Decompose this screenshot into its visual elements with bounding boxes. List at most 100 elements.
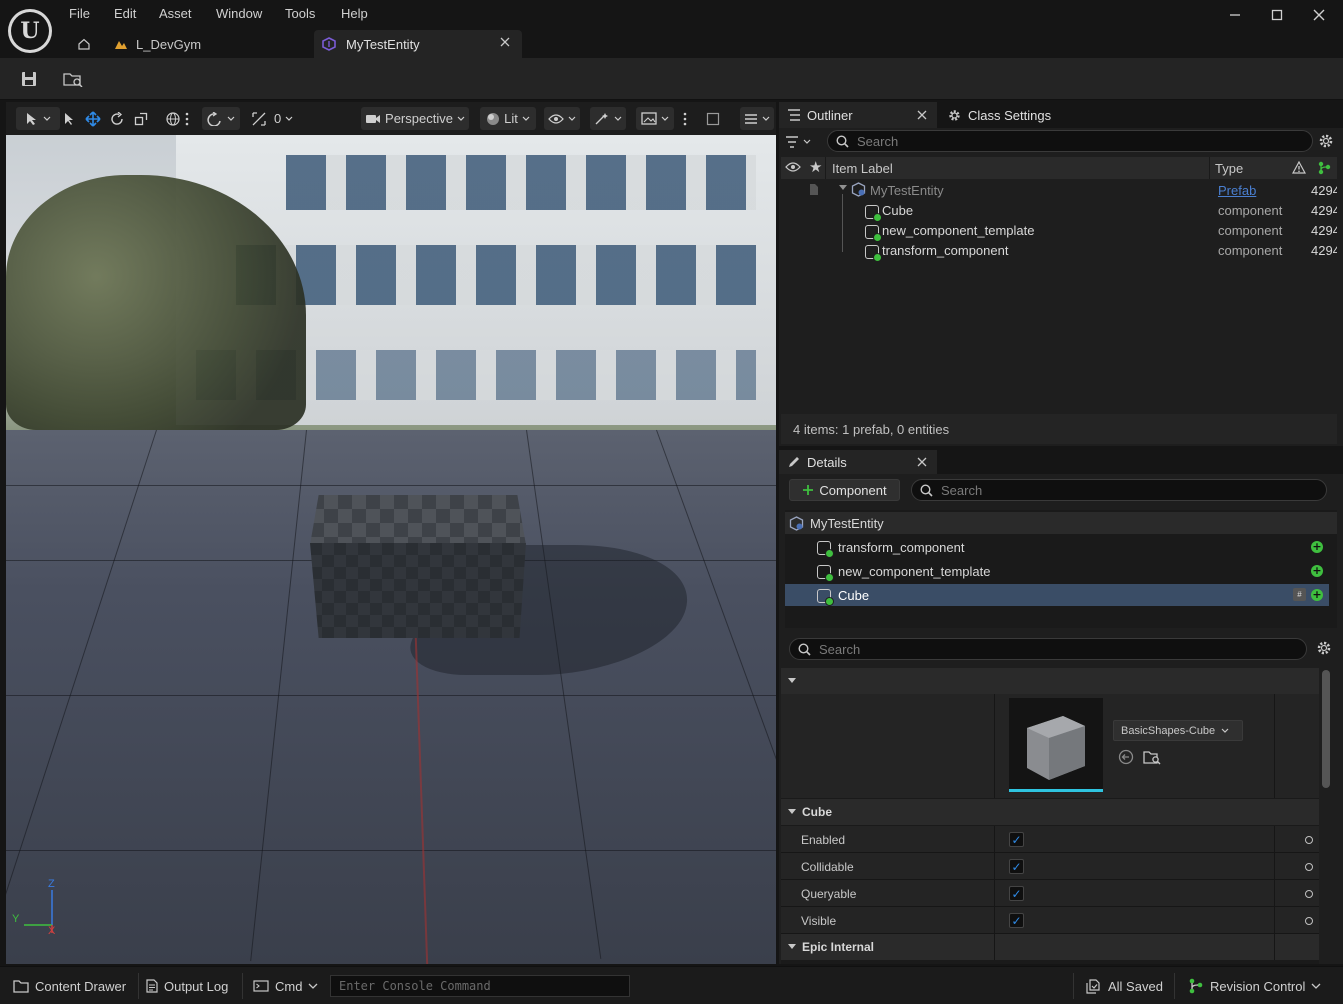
outliner-settings-button[interactable] — [1318, 133, 1334, 149]
chevron-down-icon — [227, 116, 235, 122]
add-component-button[interactable]: Component — [789, 479, 900, 501]
save-button[interactable] — [15, 66, 43, 92]
content-drawer-button[interactable]: Content Drawer — [8, 973, 134, 999]
performance-dropdown[interactable] — [590, 107, 626, 130]
enabled-checkbox[interactable]: ✓ — [1009, 832, 1024, 847]
minimize-button[interactable] — [1220, 4, 1250, 26]
home-tab[interactable] — [70, 30, 98, 58]
tab-details[interactable]: Details — [779, 450, 937, 474]
show-flags-dropdown[interactable] — [544, 107, 580, 130]
chevron-down-icon — [457, 116, 465, 122]
select-mode-dropdown[interactable] — [16, 107, 60, 130]
reset-to-default-icon[interactable] — [1305, 863, 1313, 871]
queryable-checkbox[interactable]: ✓ — [1009, 886, 1024, 901]
add-green-icon[interactable]: + — [1311, 541, 1323, 553]
output-log-button[interactable]: Output Log — [146, 973, 236, 999]
collidable-checkbox[interactable]: ✓ — [1009, 859, 1024, 874]
tab-mytestentity[interactable]: MyTestEntity — [314, 30, 522, 58]
chevron-down-icon — [522, 116, 530, 122]
collapse-arrow-icon[interactable] — [787, 808, 797, 816]
view-mode-dropdown[interactable]: Lit — [480, 107, 536, 130]
more-options-icon[interactable] — [182, 107, 192, 130]
revision-status-icon — [1317, 161, 1331, 175]
script-badge-icon[interactable]: # — [1293, 588, 1306, 601]
perspective-dropdown[interactable]: Perspective — [361, 107, 469, 130]
pin-column-star-icon[interactable]: ★ — [809, 158, 822, 176]
outliner-row-new-component-template[interactable]: new_component_template component 4294 — [781, 220, 1337, 242]
translate-tool-button[interactable] — [82, 107, 104, 130]
expand-arrow-icon[interactable] — [838, 184, 848, 192]
close-tab-icon[interactable] — [917, 457, 927, 467]
outliner-item-type-link[interactable]: Prefab — [1218, 183, 1256, 198]
scale-tool-button[interactable] — [130, 107, 152, 130]
snap-value[interactable]: 0 — [274, 111, 293, 126]
outliner-row-transform-component[interactable]: transform_component component 4294 — [781, 240, 1337, 262]
console-command-input[interactable]: Enter Console Command — [330, 975, 630, 997]
use-selected-arrow-icon[interactable] — [1118, 749, 1134, 765]
plus-icon — [802, 484, 814, 496]
rotate-tool-button[interactable] — [106, 107, 128, 130]
menu-window[interactable]: Window — [216, 6, 262, 24]
reset-to-default-icon[interactable] — [1305, 917, 1313, 925]
rotation-snap-dropdown[interactable] — [202, 107, 240, 130]
viewport-options-dropdown[interactable] — [740, 107, 774, 130]
eye-icon — [548, 113, 564, 124]
cube-mesh-front[interactable] — [310, 543, 526, 638]
collapse-arrow-icon[interactable] — [787, 677, 797, 685]
browse-asset-icon[interactable] — [1143, 749, 1161, 765]
epic-internal-section-header[interactable]: Epic Internal — [781, 934, 1319, 960]
browse-button[interactable] — [59, 66, 87, 92]
cube-section-header[interactable]: Cube — [781, 799, 1319, 825]
mesh-asset-dropdown[interactable]: BasicShapes-Cube — [1113, 720, 1243, 741]
mesh-thumbnail[interactable] — [1009, 698, 1103, 792]
reset-to-default-icon[interactable] — [1305, 890, 1313, 898]
maximize-viewport-button[interactable] — [702, 107, 724, 130]
revision-control-dropdown[interactable]: Revision Control — [1188, 973, 1328, 999]
visible-checkbox[interactable]: ✓ — [1009, 913, 1024, 928]
menu-file[interactable]: File — [69, 6, 90, 24]
all-saved-button[interactable]: All Saved — [1086, 973, 1166, 999]
outliner-search-input[interactable]: Search — [827, 130, 1313, 152]
cmd-dropdown[interactable]: Cmd — [253, 973, 323, 999]
collapse-arrow-icon[interactable] — [787, 943, 797, 951]
add-green-icon[interactable]: + — [1311, 589, 1323, 601]
level-viewport[interactable]: 0 Perspective Lit Z Y X — [6, 102, 776, 964]
viewport-scene[interactable]: Z Y X — [6, 135, 776, 964]
component-row-transform[interactable]: transform_component + — [785, 536, 1337, 558]
details-scrollbar[interactable] — [1322, 670, 1330, 788]
visibility-column-eye-icon[interactable] — [785, 161, 801, 173]
reset-to-default-icon[interactable] — [1305, 836, 1313, 844]
properties-search-input[interactable]: Search — [789, 638, 1307, 660]
menu-tools[interactable]: Tools — [285, 6, 315, 24]
content-drawer-icon — [13, 979, 29, 993]
properties-settings-button[interactable] — [1316, 640, 1332, 656]
viewport-more-icon[interactable] — [678, 107, 692, 130]
tab-class-settings[interactable]: Class Settings — [945, 102, 1095, 128]
menu-help[interactable]: Help — [341, 6, 368, 24]
filter-dropdown[interactable] — [785, 133, 819, 151]
add-green-icon[interactable]: + — [1311, 565, 1323, 577]
maximize-button[interactable] — [1262, 4, 1292, 26]
close-tab-icon[interactable] — [500, 37, 510, 47]
tab-l-devgym[interactable]: L_DevGym — [108, 30, 308, 58]
close-tab-icon[interactable] — [917, 110, 927, 120]
scale-snap-button[interactable] — [248, 107, 270, 130]
item-label-column-header[interactable]: Item Label — [832, 161, 893, 176]
unreal-logo-icon[interactable]: U — [8, 9, 52, 53]
component-row-cube-selected[interactable]: Cube # + — [785, 584, 1329, 606]
outliner-row-mytestentity[interactable]: MyTestEntity Prefab 4294 — [781, 180, 1337, 200]
screen-percentage-dropdown[interactable] — [636, 107, 674, 130]
mesh-section-header[interactable] — [781, 668, 1319, 694]
world-local-toggle[interactable] — [162, 107, 184, 130]
menu-asset[interactable]: Asset — [159, 6, 192, 24]
type-column-header[interactable]: Type — [1215, 161, 1243, 176]
menu-edit[interactable]: Edit — [114, 6, 136, 24]
cube-mesh-top[interactable] — [310, 495, 526, 545]
component-tree-root[interactable]: MyTestEntity — [785, 512, 1337, 534]
close-window-button[interactable] — [1304, 4, 1334, 26]
tab-outliner[interactable]: Outliner — [779, 102, 937, 128]
component-row-new-component-template[interactable]: new_component_template + — [785, 560, 1337, 582]
details-search-input[interactable]: Search — [911, 479, 1327, 501]
outliner-row-cube[interactable]: Cube component 4294 — [781, 200, 1337, 222]
select-tool-button[interactable] — [58, 107, 80, 130]
